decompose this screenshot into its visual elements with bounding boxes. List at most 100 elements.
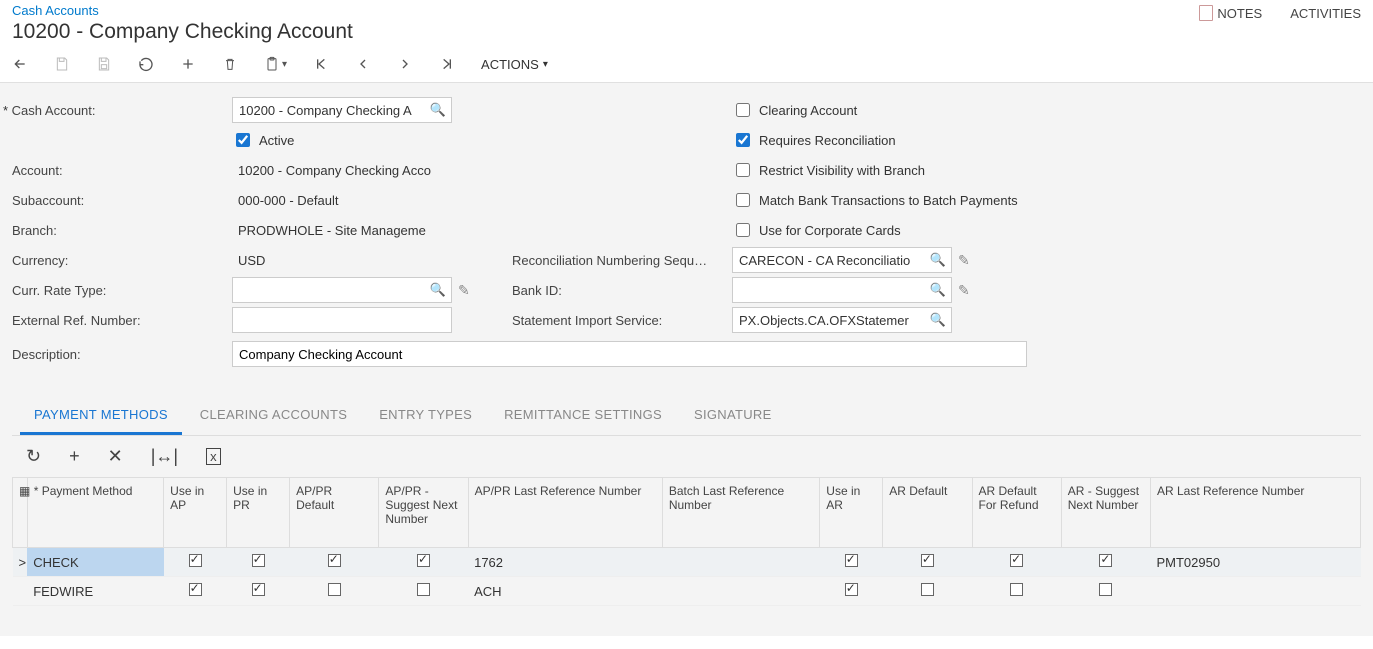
col-ar-suggest[interactable]: AR - Suggest Next Number (1061, 478, 1150, 548)
col-use-pr[interactable]: Use in PR (227, 478, 290, 548)
breadcrumb[interactable]: Cash Accounts (12, 3, 99, 18)
cell-use-pr[interactable] (227, 548, 290, 577)
cell-ar-suggest[interactable] (1061, 548, 1150, 577)
col-use-ar[interactable]: Use in AR (820, 478, 883, 548)
edit-icon[interactable]: ✎ (958, 282, 970, 299)
cell-payment-method[interactable]: CHECK (27, 548, 163, 577)
checkbox-icon[interactable] (1010, 583, 1023, 596)
document-icon (1199, 5, 1213, 21)
delete-icon[interactable] (222, 56, 238, 72)
col-batch-last[interactable]: Batch Last Reference Number (662, 478, 819, 548)
col-appr-last[interactable]: AP/PR Last Reference Number (468, 478, 662, 548)
cell-use-ar[interactable] (820, 548, 883, 577)
tab-signature[interactable]: SIGNATURE (680, 397, 786, 435)
cell-ar-suggest[interactable] (1061, 577, 1150, 606)
col-use-ap[interactable]: Use in AP (164, 478, 227, 548)
cell-appr-last[interactable]: 1762 (468, 548, 662, 577)
col-payment-method[interactable]: * Payment Method (27, 478, 163, 548)
cell-appr-suggest[interactable] (379, 577, 468, 606)
checkbox-icon[interactable] (845, 554, 858, 567)
edit-icon[interactable]: ✎ (458, 282, 470, 299)
cash-account-label: Cash Account: (12, 103, 232, 118)
branch-label: Branch: (12, 223, 232, 238)
cell-appr-last[interactable]: ACH (468, 577, 662, 606)
cell-use-ap[interactable] (164, 548, 227, 577)
tab-clearing-accounts[interactable]: CLEARING ACCOUNTS (186, 397, 361, 435)
cell-appr-default[interactable] (290, 577, 379, 606)
clipboard-icon[interactable]: ▾ (264, 56, 287, 72)
active-checkbox[interactable] (236, 133, 250, 147)
cell-ar-last[interactable]: PMT02950 (1150, 548, 1360, 577)
fit-columns-icon[interactable]: |↔| (151, 446, 178, 467)
grid-delete-icon[interactable]: ✕ (108, 446, 123, 467)
requires-recon-checkbox[interactable] (736, 133, 750, 147)
row-indicator[interactable]: > (13, 548, 28, 577)
clearing-checkbox[interactable] (736, 103, 750, 117)
checkbox-icon[interactable] (1099, 583, 1112, 596)
col-appr-default[interactable]: AP/PR Default (290, 478, 379, 548)
tab-entry-types[interactable]: ENTRY TYPES (365, 397, 486, 435)
restrict-vis-checkbox[interactable] (736, 163, 750, 177)
cell-use-pr[interactable] (227, 577, 290, 606)
cell-ar-default-refund[interactable] (972, 577, 1061, 606)
checkbox-icon[interactable] (252, 554, 265, 567)
first-icon[interactable] (313, 56, 329, 72)
col-ar-default-refund[interactable]: AR Default For Refund (972, 478, 1061, 548)
checkbox-icon[interactable] (189, 583, 202, 596)
back-icon[interactable] (12, 56, 28, 72)
tab-remittance-settings[interactable]: REMITTANCE SETTINGS (490, 397, 676, 435)
row-indicator[interactable] (13, 577, 28, 606)
refresh-icon[interactable]: ↻ (26, 446, 41, 467)
checkbox-icon[interactable] (328, 554, 341, 567)
cell-batch-last[interactable] (662, 577, 819, 606)
col-appr-suggest[interactable]: AP/PR - Suggest Next Number (379, 478, 468, 548)
cell-ar-default-refund[interactable] (972, 548, 1061, 577)
export-icon[interactable]: x (206, 448, 221, 465)
active-label: Active (259, 133, 294, 148)
bank-id-input[interactable] (732, 277, 952, 303)
checkbox-icon[interactable] (1099, 554, 1112, 567)
checkbox-icon[interactable] (189, 554, 202, 567)
cell-batch-last[interactable] (662, 548, 819, 577)
cell-use-ap[interactable] (164, 577, 227, 606)
tab-payment-methods[interactable]: PAYMENT METHODS (20, 397, 182, 435)
undo-icon[interactable] (138, 56, 154, 72)
add-icon[interactable] (180, 56, 196, 72)
grid-add-icon[interactable]: + (69, 446, 80, 467)
activities-button[interactable]: ACTIVITIES (1290, 6, 1361, 21)
cash-account-input[interactable] (232, 97, 452, 123)
cell-appr-suggest[interactable] (379, 548, 468, 577)
corp-cards-checkbox[interactable] (736, 223, 750, 237)
cell-payment-method[interactable]: FEDWIRE (27, 577, 163, 606)
checkbox-icon[interactable] (845, 583, 858, 596)
checkbox-icon[interactable] (328, 583, 341, 596)
table-row[interactable]: > CHECK 1762 PMT02950 (13, 548, 1361, 577)
cell-use-ar[interactable] (820, 577, 883, 606)
checkbox-icon[interactable] (1010, 554, 1023, 567)
description-input[interactable] (232, 341, 1027, 367)
checkbox-icon[interactable] (417, 583, 430, 596)
cell-ar-default[interactable] (883, 577, 972, 606)
rate-type-input[interactable] (232, 277, 452, 303)
actions-dropdown[interactable]: ACTIONS ▾ (481, 57, 548, 72)
col-ar-last[interactable]: AR Last Reference Number (1150, 478, 1360, 548)
cell-ar-default[interactable] (883, 548, 972, 577)
last-icon[interactable] (439, 56, 455, 72)
stmt-import-input[interactable] (732, 307, 952, 333)
notes-button[interactable]: NOTES (1199, 5, 1262, 21)
cell-appr-default[interactable] (290, 548, 379, 577)
edit-icon[interactable]: ✎ (958, 252, 970, 269)
table-row[interactable]: FEDWIRE ACH (13, 577, 1361, 606)
next-icon[interactable] (397, 56, 413, 72)
checkbox-icon[interactable] (921, 554, 934, 567)
match-batch-checkbox[interactable] (736, 193, 750, 207)
prev-icon[interactable] (355, 56, 371, 72)
ext-ref-input[interactable] (232, 307, 452, 333)
checkbox-icon[interactable] (921, 583, 934, 596)
checkbox-icon[interactable] (417, 554, 430, 567)
col-ar-default[interactable]: AR Default (883, 478, 972, 548)
recon-seq-input[interactable] (732, 247, 952, 273)
checkbox-icon[interactable] (252, 583, 265, 596)
subaccount-label: Subaccount: (12, 193, 232, 208)
cell-ar-last[interactable] (1150, 577, 1360, 606)
